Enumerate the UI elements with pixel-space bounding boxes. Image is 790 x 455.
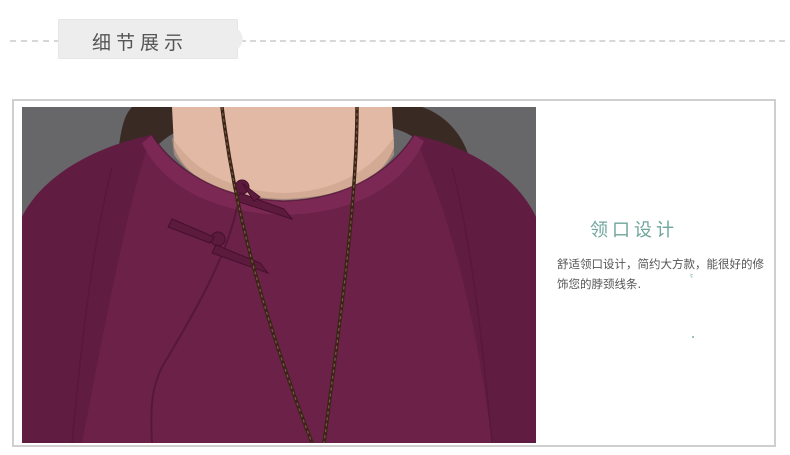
- feature-title: 领口设计: [590, 220, 678, 241]
- section-header: 细节展示: [0, 0, 790, 80]
- decorative-dot: [692, 336, 694, 338]
- feature-description: 舒适领口设计，简约大方款，能很好的修饰您的脖颈线条.: [557, 257, 764, 291]
- header-divider-left: [10, 40, 60, 42]
- section-title: 细节展示: [92, 32, 189, 54]
- header-divider-right: [240, 40, 785, 42]
- product-detail-photo: [22, 107, 536, 443]
- section-title-tag: 细节展示: [58, 19, 246, 59]
- sparkle-icon: ˤ: [690, 274, 694, 284]
